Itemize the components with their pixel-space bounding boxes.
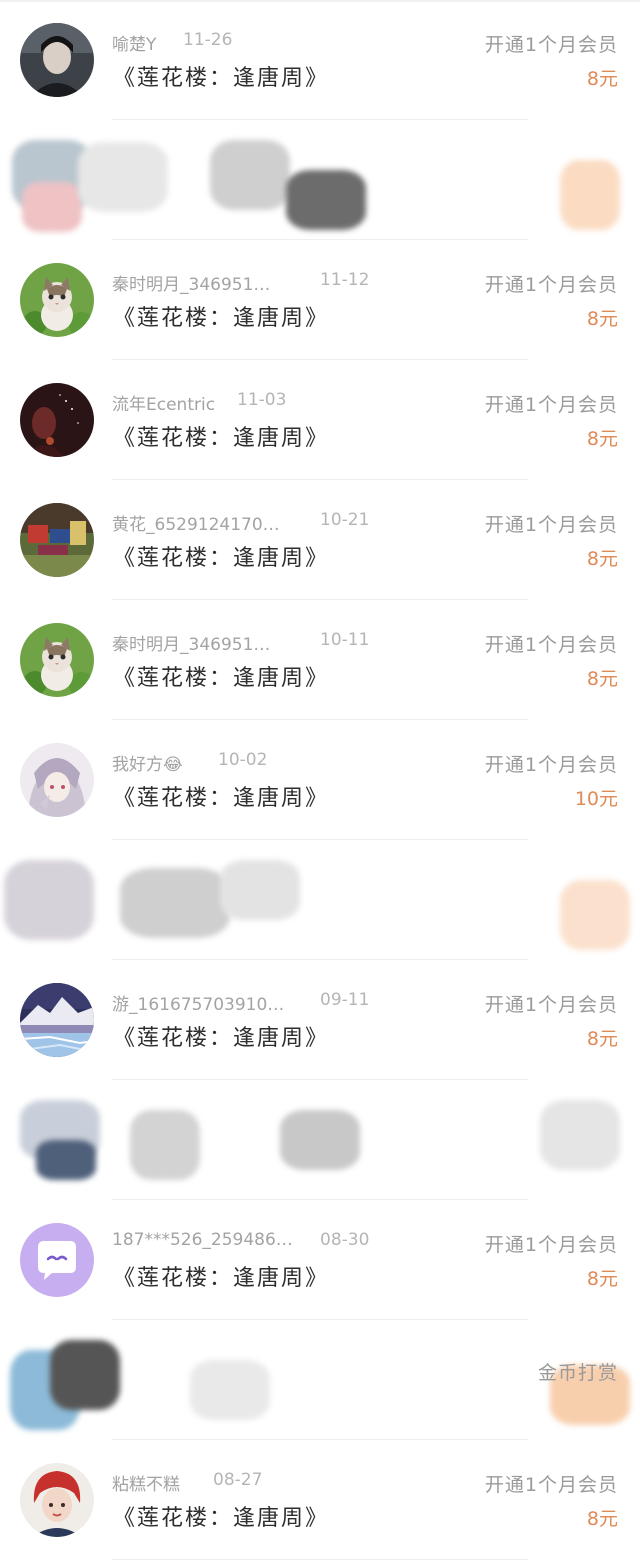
kitten-icon[interactable] — [20, 263, 94, 337]
redacted-list-item[interactable] — [0, 1080, 640, 1200]
gift-action-label: 开通1个月会员 — [484, 514, 618, 536]
user-name[interactable]: 我好方😂 — [112, 755, 183, 775]
night-portrait-icon[interactable] — [20, 383, 94, 457]
redaction-smudge — [22, 182, 82, 232]
user-meta: 秦时明月_346951… 11-12 — [112, 270, 369, 295]
user-meta: 流年Ecentric 11-03 — [112, 390, 286, 415]
list-item[interactable]: 秦时明月_346951… 11-12 《莲花楼：逢唐周》 开通1个月会员 8元 — [0, 240, 640, 360]
redacted-list-item[interactable] — [0, 120, 640, 240]
redaction-smudge — [560, 880, 630, 950]
user-name[interactable]: 秦时明月_346951… — [112, 275, 270, 295]
list-item[interactable]: 黄花_6529124170… 10-21 《莲花楼：逢唐周》 开通1个月会员 8元 — [0, 480, 640, 600]
list-item[interactable]: 喻楚Y 11-26 《莲花楼：逢唐周》 开通1个月会员 8元 — [0, 0, 640, 120]
book-title: 《莲花楼：逢唐周》 — [113, 786, 330, 811]
book-title: 《莲花楼：逢唐周》 — [113, 1026, 330, 1051]
redaction-smudge — [560, 160, 620, 230]
record-date: 10-02 — [218, 750, 268, 770]
user-name[interactable]: 流年Ecentric — [112, 395, 215, 415]
user-meta: 黄花_6529124170… 10-21 — [112, 510, 369, 535]
book-title: 《莲花楼：逢唐周》 — [113, 306, 330, 331]
gift-amount: 8元 — [586, 308, 618, 330]
gift-action-label: 金币打赏 — [537, 1362, 618, 1384]
list-item[interactable]: 187***526_259486… 08-30 《莲花楼：逢唐周》 开通1个月会员 8元 — [0, 1200, 640, 1320]
user-name[interactable]: 黄花_6529124170… — [112, 515, 280, 535]
user-meta: 粘糕不糕 08-27 — [112, 1470, 262, 1495]
gift-amount: 8元 — [586, 428, 618, 450]
toy-scene-icon[interactable] — [20, 503, 94, 577]
gift-amount: 8元 — [586, 1028, 618, 1050]
redaction-smudge — [4, 860, 94, 940]
list-item[interactable]: 粘糕不糕 08-27 《莲花楼：逢唐周》 开通1个月会员 8元 — [0, 1440, 640, 1560]
gift-action-label: 开通1个月会员 — [484, 274, 618, 296]
gift-amount: 8元 — [586, 1268, 618, 1290]
record-date: 11-12 — [320, 270, 370, 290]
gift-amount: 8元 — [586, 548, 618, 570]
redaction-smudge — [280, 1110, 360, 1170]
portrait-dark-icon[interactable] — [20, 23, 94, 97]
redaction-smudge — [130, 1110, 200, 1180]
kitten-icon[interactable] — [20, 623, 94, 697]
user-name[interactable]: 秦时明月_346951… — [112, 635, 270, 655]
list-item[interactable]: 游_161675703910… 09-11 《莲花楼：逢唐周》 开通1个月会员 8元 — [0, 960, 640, 1080]
redaction-smudge — [36, 1140, 96, 1180]
gift-action-label: 开通1个月会员 — [484, 394, 618, 416]
gift-action-label: 开通1个月会员 — [484, 994, 618, 1016]
red-hair-portrait-icon[interactable] — [20, 1463, 94, 1537]
redaction-smudge — [120, 868, 230, 938]
redaction-smudge — [220, 860, 300, 920]
user-name[interactable]: 187***526_259486… — [112, 1230, 293, 1250]
user-meta: 187***526_259486… 08-30 — [112, 1230, 369, 1250]
gift-amount: 8元 — [586, 68, 618, 90]
gift-amount: 8元 — [586, 1508, 618, 1530]
gift-amount: 8元 — [586, 668, 618, 690]
anime-portrait-icon[interactable] — [20, 743, 94, 817]
redaction-smudge — [78, 142, 168, 212]
record-date: 08-30 — [320, 1230, 370, 1250]
user-name[interactable]: 游_161675703910… — [112, 995, 284, 1015]
mountain-lake-icon[interactable] — [20, 983, 94, 1057]
redacted-list-item[interactable] — [0, 840, 640, 960]
chat-bubble-icon[interactable] — [20, 1223, 94, 1297]
record-date: 11-03 — [237, 390, 287, 410]
gift-action-label: 开通1个月会员 — [484, 1234, 618, 1256]
gift-action-label: 开通1个月会员 — [484, 634, 618, 656]
book-title: 《莲花楼：逢唐周》 — [113, 1266, 330, 1291]
list-item[interactable]: 流年Ecentric 11-03 《莲花楼：逢唐周》 开通1个月会员 8元 — [0, 360, 640, 480]
user-meta: 秦时明月_346951… 10-11 — [112, 630, 369, 655]
user-name[interactable]: 粘糕不糕 — [112, 1475, 180, 1495]
redaction-smudge — [540, 1100, 620, 1170]
book-title: 《莲花楼：逢唐周》 — [113, 666, 330, 691]
list-item[interactable]: 秦时明月_346951… 10-11 《莲花楼：逢唐周》 开通1个月会员 8元 — [0, 600, 640, 720]
redaction-smudge — [50, 1340, 120, 1410]
redacted-list-item[interactable]: 金币打赏 — [0, 1320, 640, 1440]
redaction-smudge — [286, 170, 366, 230]
user-name[interactable]: 喻楚Y — [112, 35, 156, 55]
redaction-smudge — [190, 1360, 270, 1420]
user-meta: 喻楚Y 11-26 — [112, 30, 232, 55]
redaction-smudge — [210, 140, 290, 210]
record-date: 10-21 — [320, 510, 370, 530]
record-date: 08-27 — [213, 1470, 263, 1490]
gift-action-label: 开通1个月会员 — [484, 1474, 618, 1496]
record-date: 09-11 — [320, 990, 370, 1010]
gift-action-label: 开通1个月会员 — [484, 754, 618, 776]
gift-amount: 10元 — [574, 788, 618, 810]
gift-record-list: 喻楚Y 11-26 《莲花楼：逢唐周》 开通1个月会员 8元 秦时明月_346951… 11… — [0, 0, 640, 1560]
user-meta: 游_161675703910… 09-11 — [112, 990, 369, 1015]
user-meta: 我好方😂 10-02 — [112, 750, 267, 775]
list-item[interactable]: 我好方😂 10-02 《莲花楼：逢唐周》 开通1个月会员 10元 — [0, 720, 640, 840]
book-title: 《莲花楼：逢唐周》 — [113, 546, 330, 571]
book-title: 《莲花楼：逢唐周》 — [113, 66, 330, 91]
gift-action-label: 开通1个月会员 — [484, 34, 618, 56]
record-date: 11-26 — [183, 30, 233, 50]
record-date: 10-11 — [320, 630, 370, 650]
book-title: 《莲花楼：逢唐周》 — [113, 1506, 330, 1531]
book-title: 《莲花楼：逢唐周》 — [113, 426, 330, 451]
